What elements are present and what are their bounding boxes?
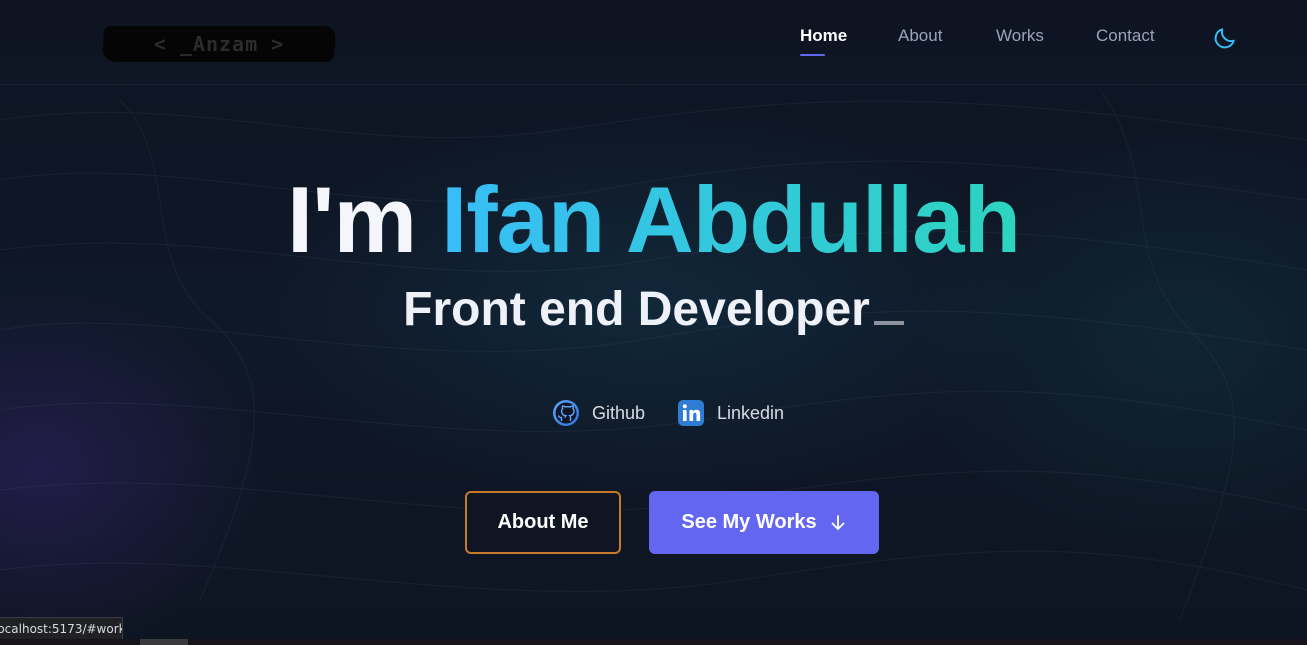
see-my-works-label: See My Works	[681, 511, 817, 533]
about-me-button[interactable]: About Me	[465, 491, 621, 554]
typing-cursor	[873, 321, 904, 325]
hero-role-text: Front end Developer	[403, 283, 870, 336]
logo[interactable]: < _Anzam >	[101, 26, 337, 62]
github-link[interactable]: Github	[552, 398, 645, 428]
arrow-down-icon	[831, 514, 845, 530]
hero-name: Ifan Abdullah	[441, 167, 1021, 272]
nav-contact[interactable]: Contact	[1096, 26, 1155, 46]
linkedin-link[interactable]: Linkedin	[677, 398, 784, 428]
nav-works[interactable]: Works	[996, 26, 1044, 46]
hero-role: Front end Developer	[0, 282, 1307, 338]
nav-about[interactable]: About	[898, 26, 942, 46]
hero-headline: I'm Ifan Abdullah	[0, 168, 1307, 272]
logo-text: < _Anzam >	[153, 32, 285, 56]
page: < _Anzam > Home About Works Contact I'm …	[0, 0, 1307, 645]
nav-active-underline	[800, 54, 825, 56]
github-icon	[553, 400, 579, 426]
see-my-works-button[interactable]: See My Works	[649, 491, 879, 554]
bottom-scroll-track	[0, 639, 1307, 645]
hero-greeting: I'm	[286, 167, 417, 272]
nav-home[interactable]: Home	[800, 26, 847, 46]
linkedin-label: Linkedin	[717, 402, 785, 423]
linkedin-icon	[678, 400, 704, 426]
bottom-scroll-thumb[interactable]	[140, 639, 188, 645]
github-label: Github	[592, 402, 646, 423]
moon-icon[interactable]	[1212, 25, 1238, 51]
about-me-label: About Me	[497, 511, 589, 533]
site-header: < _Anzam > Home About Works Contact	[0, 0, 1307, 85]
